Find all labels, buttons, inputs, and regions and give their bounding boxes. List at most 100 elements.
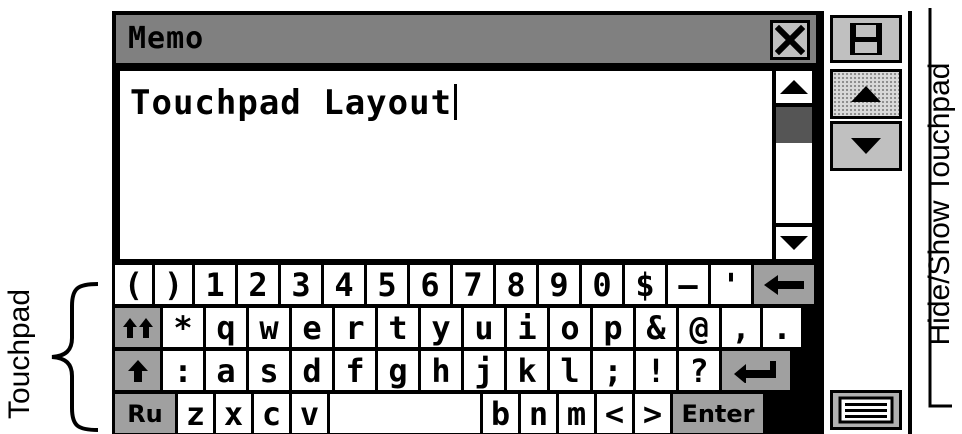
key-label: h [431, 351, 451, 390]
key-y[interactable]: y [421, 308, 461, 347]
key-o[interactable]: o [550, 308, 590, 347]
scroll-up-button[interactable] [776, 71, 812, 107]
title-bar: Memo [112, 11, 820, 67]
enter-key[interactable]: Enter [673, 394, 763, 433]
key-p[interactable]: p [593, 308, 633, 347]
symbol-key[interactable]: < [597, 394, 632, 433]
key-v[interactable]: v [292, 394, 327, 433]
symbol-key[interactable]: , [722, 308, 760, 347]
key-label: l [560, 351, 580, 390]
key-5[interactable]: 5 [367, 265, 407, 304]
backspace-arrow-key[interactable] [754, 265, 814, 304]
key-label: s [259, 351, 279, 390]
key-label: & [646, 308, 666, 347]
symbol-key[interactable]: ? [679, 351, 719, 390]
page-down-button[interactable] [830, 121, 902, 171]
key-l[interactable]: l [550, 351, 590, 390]
key-k[interactable]: k [507, 351, 547, 390]
key-s[interactable]: s [249, 351, 289, 390]
scroll-thumb[interactable] [776, 107, 812, 143]
symbol-key[interactable]: ' [711, 265, 751, 304]
return-arrow-key[interactable] [722, 351, 790, 390]
shift-arrow-icon [127, 359, 149, 383]
key-label: m [566, 394, 587, 433]
touchpad-annotation: Touchpad [2, 276, 38, 432]
key-label: b [490, 394, 511, 433]
caps-lock-key[interactable] [115, 308, 160, 347]
vertical-scrollbar[interactable] [772, 71, 812, 259]
key-x[interactable]: x [216, 394, 251, 433]
key-label: i [517, 308, 537, 347]
symbol-key[interactable]: ) [155, 265, 192, 304]
key-label: 5 [377, 265, 397, 304]
key-h[interactable]: h [421, 351, 461, 390]
language-ru-key[interactable]: Ru [115, 394, 175, 433]
keyboard-row: Ru z x c v b n m < > Enter [112, 394, 820, 434]
scroll-down-button[interactable] [776, 223, 812, 259]
key-d[interactable]: d [292, 351, 332, 390]
memo-text-area[interactable]: Touchpad Layout [116, 67, 816, 263]
shift-arrow-key[interactable] [115, 351, 160, 390]
key-label: 4 [334, 265, 354, 304]
key-4[interactable]: 4 [324, 265, 364, 304]
save-button[interactable] [830, 15, 902, 63]
key-q[interactable]: q [206, 308, 246, 347]
key-label: e [302, 308, 322, 347]
key-1[interactable]: 1 [195, 265, 235, 304]
symbol-key[interactable]: ; [593, 351, 633, 390]
symbol-key[interactable]: – [668, 265, 708, 304]
key-m[interactable]: m [559, 394, 594, 433]
key-label: ! [646, 351, 666, 390]
page-up-button[interactable] [830, 69, 902, 119]
symbol-key[interactable]: . [763, 308, 801, 347]
key-c[interactable]: c [254, 394, 289, 433]
key-6[interactable]: 6 [410, 265, 450, 304]
hideshow-annotation: Hide/Show Touchpad [920, 6, 960, 402]
key-8[interactable]: 8 [496, 265, 536, 304]
key-label: 7 [463, 265, 483, 304]
key-w[interactable]: w [249, 308, 289, 347]
key-7[interactable]: 7 [453, 265, 493, 304]
curly-brace-icon [51, 282, 99, 432]
keyboard-row: () 1 2 3 4 5 6 7 8 9 0 $ – ' [112, 265, 820, 307]
close-button[interactable] [770, 20, 810, 60]
key-label: > [642, 394, 663, 433]
key-n[interactable]: n [521, 394, 556, 433]
key-b[interactable]: b [483, 394, 518, 433]
key-label: g [388, 351, 408, 390]
space-key[interactable] [330, 394, 480, 433]
key-label: < [604, 394, 625, 433]
key-t[interactable]: t [378, 308, 418, 347]
symbol-key[interactable]: * [163, 308, 203, 347]
symbol-key[interactable]: $ [625, 265, 665, 304]
key-label: t [388, 308, 408, 347]
key-g[interactable]: g [378, 351, 418, 390]
key-label: Ru [127, 399, 163, 428]
symbol-key[interactable]: ! [636, 351, 676, 390]
key-3[interactable]: 3 [281, 265, 321, 304]
symbol-key[interactable]: ( [115, 265, 152, 304]
touchpad-keyboard: () 1 2 3 4 5 6 7 8 9 0 $ – ' * q w e r t y u i o p & @,.: a s d f g h j k l… [112, 263, 820, 434]
key-e[interactable]: e [292, 308, 332, 347]
symbol-key[interactable]: : [163, 351, 203, 390]
hide-show-touchpad-button[interactable] [830, 390, 902, 430]
symbol-key[interactable]: & [636, 308, 676, 347]
key-j[interactable]: j [464, 351, 504, 390]
triangle-down-icon [851, 138, 881, 154]
key-u[interactable]: u [464, 308, 504, 347]
symbol-key[interactable]: @ [679, 308, 719, 347]
key-z[interactable]: z [178, 394, 213, 433]
key-label: a [216, 351, 236, 390]
key-label: x [223, 394, 244, 433]
key-9[interactable]: 9 [539, 265, 579, 304]
key-r[interactable]: r [335, 308, 375, 347]
key-i[interactable]: i [507, 308, 547, 347]
key-label: 2 [248, 265, 268, 304]
key-label: @ [689, 308, 709, 347]
key-a[interactable]: a [206, 351, 246, 390]
symbol-key[interactable]: > [635, 394, 670, 433]
key-f[interactable]: f [335, 351, 375, 390]
key-label: 8 [506, 265, 526, 304]
key-2[interactable]: 2 [238, 265, 278, 304]
key-0[interactable]: 0 [582, 265, 622, 304]
